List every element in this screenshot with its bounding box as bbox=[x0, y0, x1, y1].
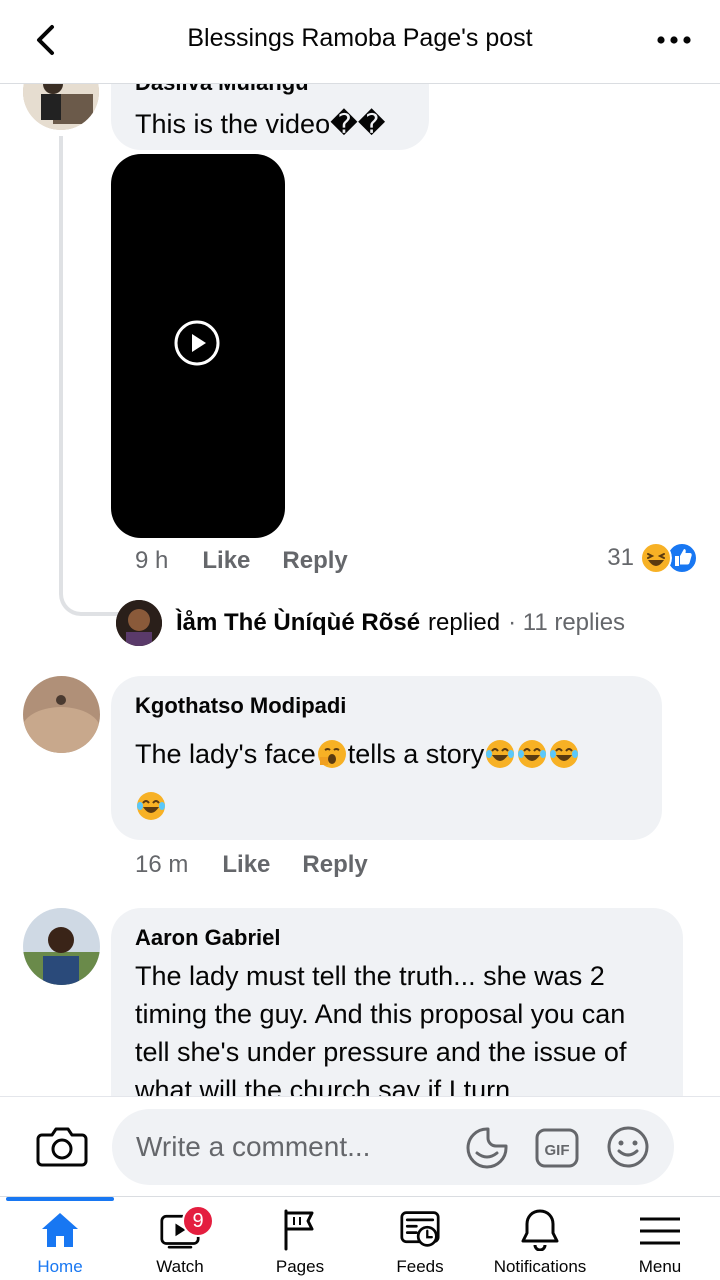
tab-notifications[interactable]: Notifications bbox=[480, 1197, 600, 1280]
notification-badge: 9 bbox=[182, 1205, 214, 1237]
tab-feeds[interactable]: Feeds bbox=[360, 1197, 480, 1280]
reaction-count: 31 bbox=[607, 544, 634, 571]
smile-icon[interactable] bbox=[606, 1125, 650, 1169]
feeds-icon bbox=[400, 1211, 440, 1247]
reply-count: · 11 replies bbox=[508, 609, 626, 636]
comment-time: 16 m bbox=[135, 851, 189, 878]
bell-icon bbox=[521, 1209, 559, 1251]
haha-reaction-icon bbox=[640, 542, 672, 574]
tab-label: Home bbox=[37, 1257, 83, 1276]
comment-input-placeholder: Write a comment... bbox=[136, 1131, 371, 1162]
tab-watch[interactable]: 9 Watch bbox=[120, 1197, 240, 1280]
laughing-face-icon bbox=[137, 792, 165, 820]
comment-bubble[interactable]: Aaron Gabriel The lady must tell the tru… bbox=[111, 908, 683, 1096]
laughing-face-icon bbox=[518, 740, 547, 768]
replied-label: replied bbox=[428, 609, 501, 636]
tab-label: Pages bbox=[275, 1257, 325, 1276]
video-attachment[interactable] bbox=[111, 154, 285, 538]
active-tab-indicator bbox=[6, 1197, 114, 1201]
comment-author[interactable]: Kgothatso Modipadi bbox=[135, 693, 346, 719]
tab-label: Notifications bbox=[493, 1257, 587, 1276]
avatar[interactable] bbox=[23, 676, 100, 753]
comment-text-part: tells a story bbox=[347, 739, 485, 769]
tab-label: Watch bbox=[156, 1257, 204, 1276]
comment-meta: 16 m Like Reply bbox=[135, 851, 400, 879]
comment-author[interactable]: Dasilva Mulangu bbox=[135, 84, 309, 96]
comment-input[interactable]: Write a comment... GIF bbox=[112, 1109, 674, 1185]
camera-icon[interactable] bbox=[36, 1123, 88, 1169]
tab-home[interactable]: Home bbox=[0, 1197, 120, 1280]
comment-text: This is the video�� bbox=[135, 109, 386, 139]
comment-bubble[interactable]: Kgothatso Modipadi The lady's face tells … bbox=[111, 676, 662, 840]
like-button[interactable]: Like bbox=[222, 851, 270, 879]
comment-time: 9 h bbox=[135, 547, 169, 574]
page-title: Blessings Ramoba Page's post bbox=[187, 24, 533, 52]
tab-label: Menu bbox=[638, 1257, 682, 1276]
comment-text: The lady's face tells a story bbox=[135, 735, 645, 825]
yawning-face-icon bbox=[317, 740, 346, 768]
comment-author[interactable]: Aaron Gabriel bbox=[135, 925, 280, 951]
comment-composer: Write a comment... GIF bbox=[0, 1096, 720, 1196]
bottom-tab-bar: Home 9 Watch Pages Feeds Notifications M… bbox=[0, 1196, 720, 1280]
reactions-summary[interactable]: 31 bbox=[607, 542, 698, 574]
comment-meta: 9 h Like Reply bbox=[135, 547, 380, 575]
replies-summary[interactable]: Ìåm Thé Ùníqùé Rõsé replied · 11 replies bbox=[116, 600, 625, 646]
pages-icon bbox=[284, 1209, 314, 1251]
gif-label: GIF bbox=[545, 1142, 570, 1159]
menu-icon bbox=[640, 1217, 680, 1245]
gif-icon[interactable]: GIF bbox=[534, 1125, 580, 1171]
reply-button[interactable]: Reply bbox=[302, 851, 367, 879]
comments-list: Dasilva Mulangu This is the video�� 9 h … bbox=[0, 84, 720, 1096]
reply-button[interactable]: Reply bbox=[282, 547, 347, 575]
avatar[interactable] bbox=[23, 908, 100, 985]
laughing-face-icon bbox=[486, 740, 515, 768]
tab-menu[interactable]: Menu bbox=[600, 1197, 720, 1280]
tab-label: Feeds bbox=[396, 1257, 444, 1276]
replier-name[interactable]: Ìåm Thé Ùníqùé Rõsé bbox=[176, 609, 420, 637]
comment-text: The lady must tell the truth... she was … bbox=[135, 961, 627, 1096]
tab-pages[interactable]: Pages bbox=[240, 1197, 360, 1280]
home-icon bbox=[42, 1213, 78, 1247]
avatar[interactable] bbox=[23, 84, 99, 130]
like-button[interactable]: Like bbox=[202, 547, 250, 575]
play-icon[interactable] bbox=[174, 320, 220, 366]
laughing-face-icon bbox=[550, 740, 579, 768]
comment-text-part: The lady's face bbox=[135, 739, 316, 769]
sticker-icon[interactable] bbox=[464, 1125, 510, 1171]
top-bar: Blessings Ramoba Page's post bbox=[0, 0, 720, 84]
avatar bbox=[116, 600, 162, 646]
comment-bubble[interactable]: Dasilva Mulangu This is the video�� bbox=[111, 84, 429, 150]
more-icon[interactable] bbox=[656, 30, 692, 50]
